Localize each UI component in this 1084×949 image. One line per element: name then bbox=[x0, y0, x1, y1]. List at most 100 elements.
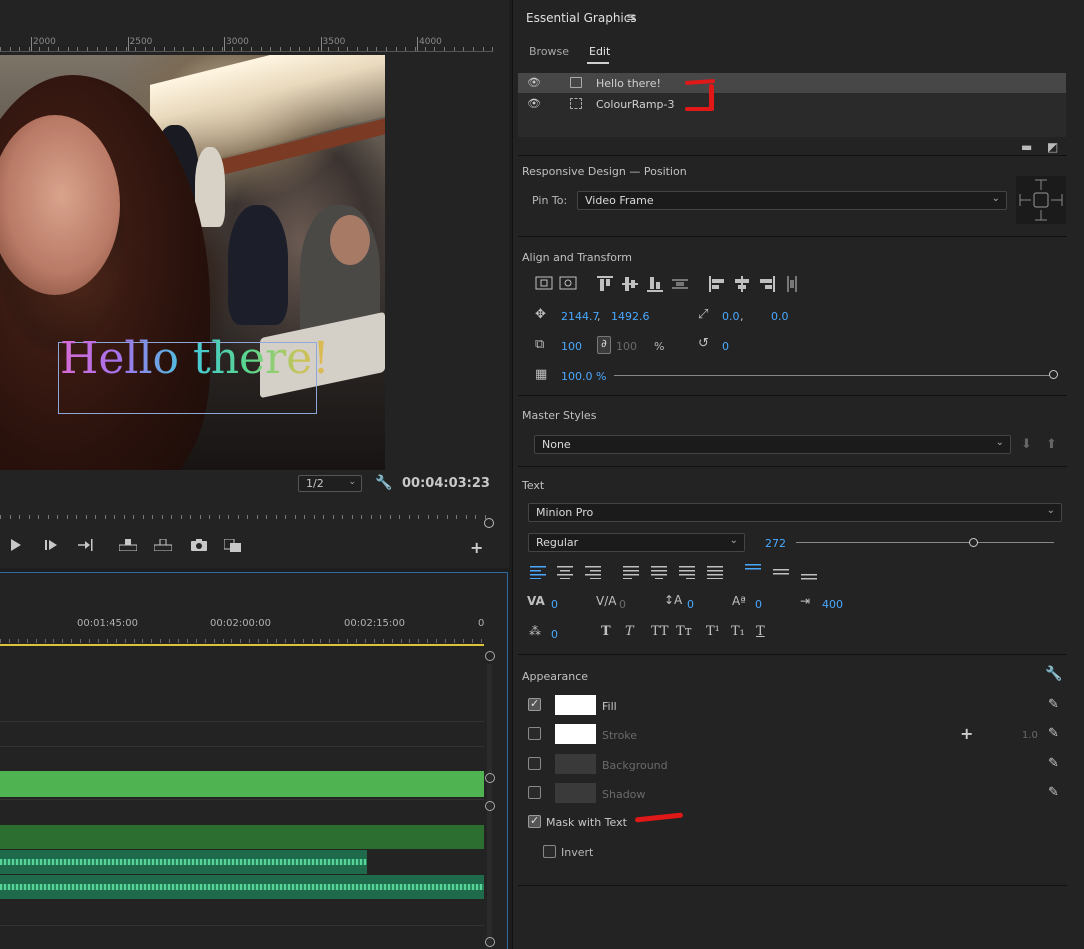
small-caps-icon[interactable]: Tт bbox=[676, 624, 692, 639]
background-checkbox[interactable] bbox=[528, 757, 541, 770]
font-style-select[interactable]: Regular ⌄ bbox=[528, 533, 745, 552]
monitor-scrub-bar[interactable] bbox=[0, 505, 486, 519]
timeline-scroll-knob[interactable] bbox=[485, 773, 495, 783]
timeline-scroll-knob[interactable] bbox=[485, 651, 495, 661]
resolution-select[interactable]: 1/2 ⌄ bbox=[298, 475, 362, 492]
align-text-bottom-icon[interactable] bbox=[801, 567, 817, 585]
compare-icon[interactable] bbox=[223, 538, 242, 557]
playhead-timecode[interactable]: 00:04:03:23 bbox=[402, 476, 490, 491]
font-family-select[interactable]: Minion Pro ⌄ bbox=[528, 503, 1062, 522]
position-x-value[interactable]: 2144.7 bbox=[561, 310, 600, 323]
master-style-select[interactable]: None ⌄ bbox=[534, 435, 1011, 454]
leading-value[interactable]: 0 bbox=[687, 598, 694, 611]
align-bottom-icon[interactable] bbox=[647, 276, 663, 296]
justify-left-icon[interactable] bbox=[623, 565, 639, 583]
extract-icon[interactable] bbox=[153, 538, 173, 555]
audio-clip[interactable] bbox=[0, 850, 367, 874]
eye-icon[interactable]: 👁 bbox=[527, 76, 541, 89]
wrench-icon[interactable]: 🔧 bbox=[375, 475, 392, 491]
align-horizontal-center-icon[interactable] bbox=[734, 276, 750, 296]
fill-checkbox[interactable] bbox=[528, 697, 541, 711]
camera-icon[interactable] bbox=[191, 539, 207, 555]
folder-icon[interactable]: ▬ bbox=[1021, 140, 1032, 154]
align-vertical-center-icon[interactable] bbox=[622, 276, 638, 296]
invert-checkbox[interactable] bbox=[543, 845, 556, 858]
pin-to-select[interactable]: Video Frame ⌄ bbox=[577, 191, 1007, 210]
align-text-left-icon[interactable] bbox=[530, 565, 546, 583]
align-left-icon[interactable] bbox=[709, 276, 725, 296]
eyedropper-icon[interactable]: ✎ bbox=[1048, 785, 1059, 800]
position-y-value[interactable]: 1492.6 bbox=[611, 310, 650, 323]
step-forward-icon[interactable] bbox=[45, 539, 59, 555]
new-layer-icon[interactable]: ◩ bbox=[1047, 140, 1058, 154]
superscript-icon[interactable]: T¹ bbox=[706, 624, 720, 639]
justify-all-icon[interactable] bbox=[707, 565, 723, 583]
align-text-center-icon[interactable] bbox=[557, 565, 573, 583]
hamburger-menu-icon[interactable]: ≡ bbox=[626, 10, 636, 24]
eyedropper-icon[interactable]: ✎ bbox=[1048, 726, 1059, 741]
font-size-slider-track[interactable] bbox=[796, 542, 1054, 543]
opacity-slider-track[interactable] bbox=[614, 375, 1054, 376]
eyedropper-icon[interactable]: ✎ bbox=[1048, 697, 1059, 712]
panel-title[interactable]: Essential Graphics bbox=[526, 11, 637, 25]
shadow-checkbox[interactable] bbox=[528, 786, 541, 799]
faux-bold-icon[interactable]: T bbox=[601, 624, 611, 639]
timeline-clip[interactable] bbox=[0, 771, 484, 797]
lift-icon[interactable] bbox=[118, 539, 138, 555]
audio-clip[interactable] bbox=[0, 875, 484, 899]
work-area-bar[interactable] bbox=[0, 644, 484, 646]
timeline-ruler[interactable] bbox=[0, 635, 485, 643]
align-to-selection-icon[interactable] bbox=[559, 276, 577, 294]
align-right-icon[interactable] bbox=[759, 276, 775, 296]
plus-icon[interactable]: + bbox=[470, 538, 483, 557]
timeline-scroll-knob[interactable] bbox=[485, 937, 495, 947]
sync-style-icon[interactable]: ⬆ bbox=[1046, 437, 1057, 452]
shadow-color-swatch[interactable] bbox=[555, 783, 596, 803]
align-text-top-icon[interactable] bbox=[745, 563, 761, 581]
align-top-icon[interactable] bbox=[597, 276, 613, 296]
monitor-ruler[interactable]: 2000 2500 3000 3500 4000 bbox=[0, 36, 494, 52]
mask-with-text-label[interactable]: Mask with Text bbox=[546, 816, 627, 829]
tab-edit[interactable]: Edit bbox=[589, 45, 610, 58]
layer-row[interactable]: 👁 ColourRamp-3 bbox=[518, 94, 1066, 114]
pin-edges-widget[interactable] bbox=[1016, 176, 1066, 224]
faux-italic-icon[interactable]: T bbox=[625, 624, 634, 639]
mask-with-text-checkbox[interactable] bbox=[528, 814, 541, 828]
wrench-icon[interactable]: 🔧 bbox=[1045, 666, 1062, 682]
tracking-value[interactable]: 0 bbox=[551, 598, 558, 611]
align-text-right-icon[interactable] bbox=[585, 565, 601, 583]
opacity-slider-knob[interactable] bbox=[1049, 370, 1058, 379]
background-color-swatch[interactable] bbox=[555, 754, 596, 774]
font-size-value[interactable]: 272 bbox=[765, 537, 786, 550]
layer-row[interactable]: 👁 Hello there! bbox=[518, 73, 1066, 93]
eye-icon[interactable]: 👁 bbox=[527, 97, 541, 110]
rotation-value[interactable]: 0 bbox=[722, 340, 729, 353]
baseline-value[interactable]: 0 bbox=[755, 598, 762, 611]
play-icon[interactable] bbox=[10, 539, 22, 555]
underline-icon[interactable]: T bbox=[756, 624, 765, 639]
invert-label[interactable]: Invert bbox=[561, 846, 593, 859]
tab-browse[interactable]: Browse bbox=[529, 45, 569, 58]
zoom-scroll-knob[interactable] bbox=[484, 518, 494, 528]
plus-icon[interactable]: + bbox=[960, 724, 973, 743]
go-to-out-icon[interactable] bbox=[78, 539, 94, 555]
scale-value[interactable]: 100 bbox=[561, 340, 582, 353]
align-text-middle-icon[interactable] bbox=[773, 565, 789, 583]
justify-center-icon[interactable] bbox=[651, 565, 667, 583]
tsume-value[interactable]: 0 bbox=[551, 628, 558, 641]
justify-right-icon[interactable] bbox=[679, 565, 695, 583]
opacity-value[interactable]: 100.0 % bbox=[561, 370, 606, 383]
anchor-y-value[interactable]: 0.0 bbox=[771, 310, 789, 323]
stroke-color-swatch[interactable] bbox=[555, 724, 596, 744]
fill-color-swatch[interactable] bbox=[555, 695, 596, 715]
font-size-slider-knob[interactable] bbox=[969, 538, 979, 547]
timeline-scroll-knob[interactable] bbox=[485, 801, 495, 811]
distribute-horizontal-icon[interactable] bbox=[784, 276, 800, 296]
align-to-frame-icon[interactable] bbox=[535, 276, 553, 294]
overlay-text[interactable]: Hello there! bbox=[60, 333, 330, 384]
tab-width-value[interactable]: 400 bbox=[822, 598, 843, 611]
distribute-vertical-icon[interactable] bbox=[672, 276, 688, 296]
stroke-checkbox[interactable] bbox=[528, 727, 541, 740]
eyedropper-icon[interactable]: ✎ bbox=[1048, 756, 1059, 771]
push-style-icon[interactable]: ⬇ bbox=[1021, 437, 1032, 452]
